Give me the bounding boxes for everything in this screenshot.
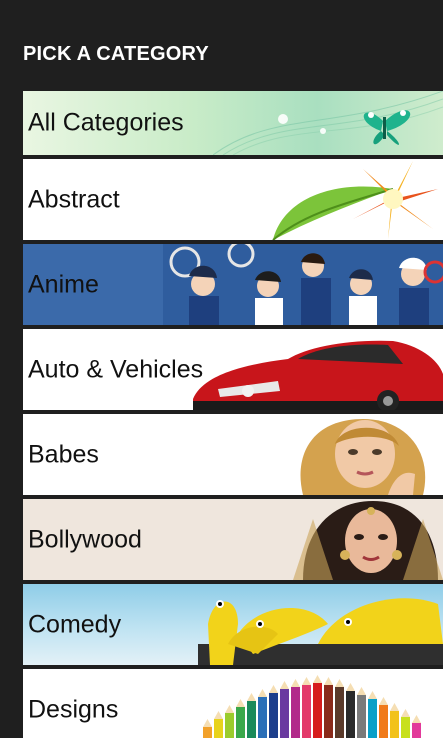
anime-tennis-characters — [163, 244, 443, 325]
category-label: Comedy — [28, 610, 122, 638]
category-list: All Categories Abstract Anime Auto & Veh… — [23, 91, 443, 738]
rubber-chickens — [198, 598, 443, 665]
butterfly-icon — [213, 91, 443, 155]
category-item-bollywood[interactable]: Bollywood — [23, 499, 443, 580]
category-label: Anime — [28, 270, 99, 298]
flower-leaf-icon — [272, 161, 438, 240]
colored-pencils — [203, 675, 421, 738]
category-label: Bollywood — [28, 525, 142, 553]
category-item-designs[interactable]: Designs — [23, 669, 443, 738]
category-item-anime[interactable]: Anime — [23, 244, 443, 325]
woman-portrait — [300, 419, 426, 495]
category-label: Auto & Vehicles — [28, 355, 204, 383]
red-car — [193, 340, 443, 410]
screen: PICK A CATEGORY All Categories Abstract … — [0, 0, 443, 738]
category-item-comedy[interactable]: Comedy — [23, 584, 443, 665]
page-title: PICK A CATEGORY — [23, 43, 209, 65]
category-label: Babes — [28, 440, 99, 468]
category-label: Abstract — [28, 185, 120, 213]
category-item-all-categories[interactable]: All Categories — [23, 91, 443, 155]
category-item-abstract[interactable]: Abstract — [23, 159, 443, 240]
category-item-babes[interactable]: Babes — [23, 414, 443, 495]
category-label: All Categories — [28, 108, 184, 137]
bollywood-portrait — [293, 501, 443, 580]
category-item-auto-vehicles[interactable]: Auto & Vehicles — [23, 329, 443, 410]
category-label: Designs — [28, 695, 119, 723]
